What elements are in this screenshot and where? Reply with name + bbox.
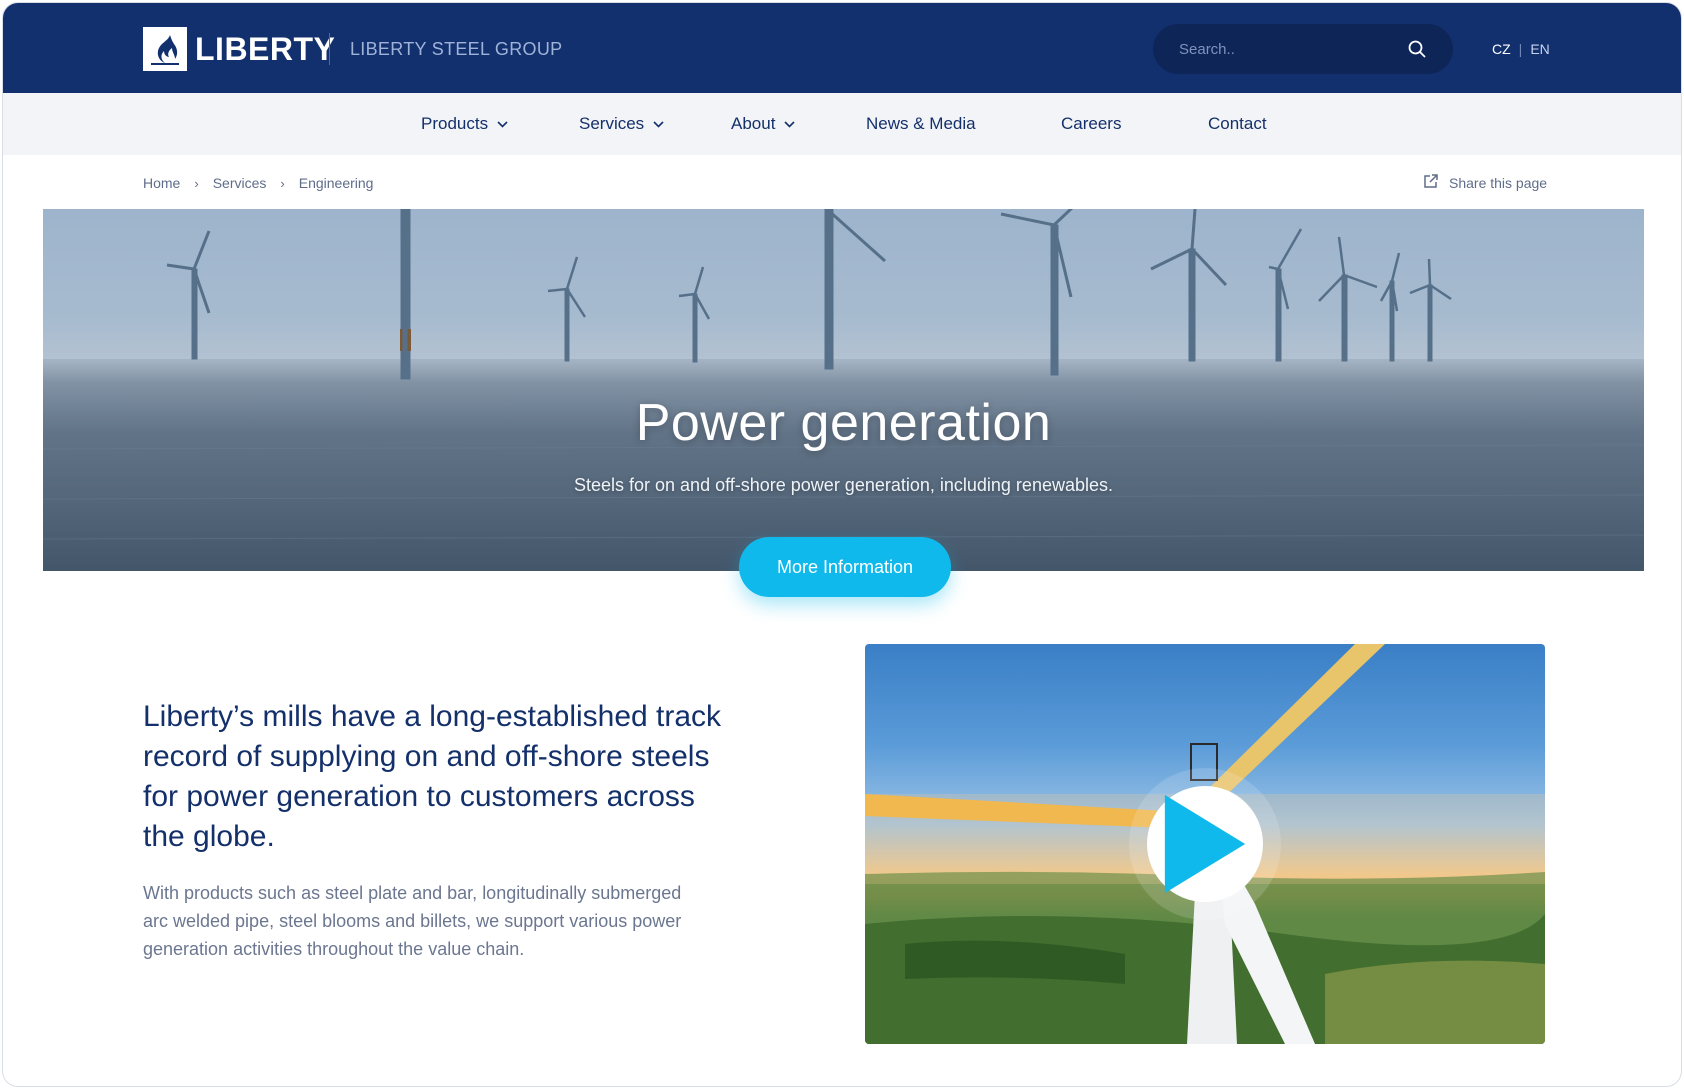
nav-label: Products: [421, 114, 489, 133]
video-thumbnail[interactable]: [865, 644, 1545, 1044]
lead-paragraph: Liberty’s mills have a long-established …: [143, 700, 722, 853]
play-button[interactable]: [1147, 786, 1263, 902]
nav-label: Careers: [1061, 114, 1122, 133]
nav-label: About: [731, 114, 776, 133]
logo-wordmark: LIBERTY: [195, 31, 336, 67]
nav-news-media[interactable]: News & Media: [866, 93, 976, 155]
group-name: LIBERTY STEEL GROUP: [350, 39, 563, 59]
logo-divider: [329, 33, 330, 65]
nav-label: Contact: [1208, 114, 1267, 133]
nav-careers[interactable]: Careers: [1061, 93, 1121, 155]
nav-contact[interactable]: Contact: [1208, 93, 1267, 155]
search-box: [1153, 24, 1453, 74]
chevron-down-icon: [496, 118, 508, 130]
more-information-button[interactable]: More Information: [739, 537, 951, 597]
nav-label: News & Media: [866, 114, 976, 133]
top-header: LIBERTY LIBERTY STEEL GROUP CZ | EN: [3, 3, 1681, 93]
breadcrumb-services[interactable]: Services: [213, 175, 267, 191]
lang-separator: |: [1518, 41, 1523, 57]
nav-about[interactable]: About: [731, 93, 795, 155]
hero-subtitle: Steels for on and off-shore power genera…: [573, 475, 1113, 495]
flame-logo-icon: [143, 27, 187, 71]
main-nav: Products Services About News & Media Car…: [3, 93, 1681, 155]
breadcrumb: Home › Services › Engineering: [143, 175, 373, 191]
chevron-down-icon: [783, 118, 795, 130]
body-paragraph: With products such as steel plate and ba…: [143, 883, 682, 959]
nav-label: Services: [579, 114, 645, 133]
lang-en[interactable]: EN: [1530, 41, 1549, 57]
search-input[interactable]: [1179, 40, 1407, 58]
nav-products[interactable]: Products: [421, 93, 508, 155]
external-link-icon: [1423, 173, 1439, 192]
lang-cz[interactable]: CZ: [1492, 41, 1511, 57]
logo[interactable]: LIBERTY: [143, 27, 335, 71]
share-page-link[interactable]: Share this page: [1423, 173, 1547, 192]
hero-banner: Power generation Steels for on and off-s…: [43, 209, 1644, 571]
breadcrumb-home[interactable]: Home: [143, 175, 180, 191]
chevron-down-icon: [652, 118, 664, 130]
share-label: Share this page: [1449, 174, 1548, 191]
hero-title: Power generation: [635, 394, 1052, 452]
search-icon[interactable]: [1407, 39, 1427, 59]
wind-farm-image: [43, 209, 1644, 571]
language-switcher: CZ | EN: [1492, 41, 1550, 57]
nav-services[interactable]: Services: [579, 93, 664, 155]
browser-frame: LIBERTY LIBERTY STEEL GROUP CZ | EN Prod…: [2, 2, 1682, 1087]
breadcrumb-separator: ›: [194, 175, 199, 191]
breadcrumb-separator: ›: [280, 175, 285, 191]
breadcrumb-engineering[interactable]: Engineering: [299, 175, 374, 191]
